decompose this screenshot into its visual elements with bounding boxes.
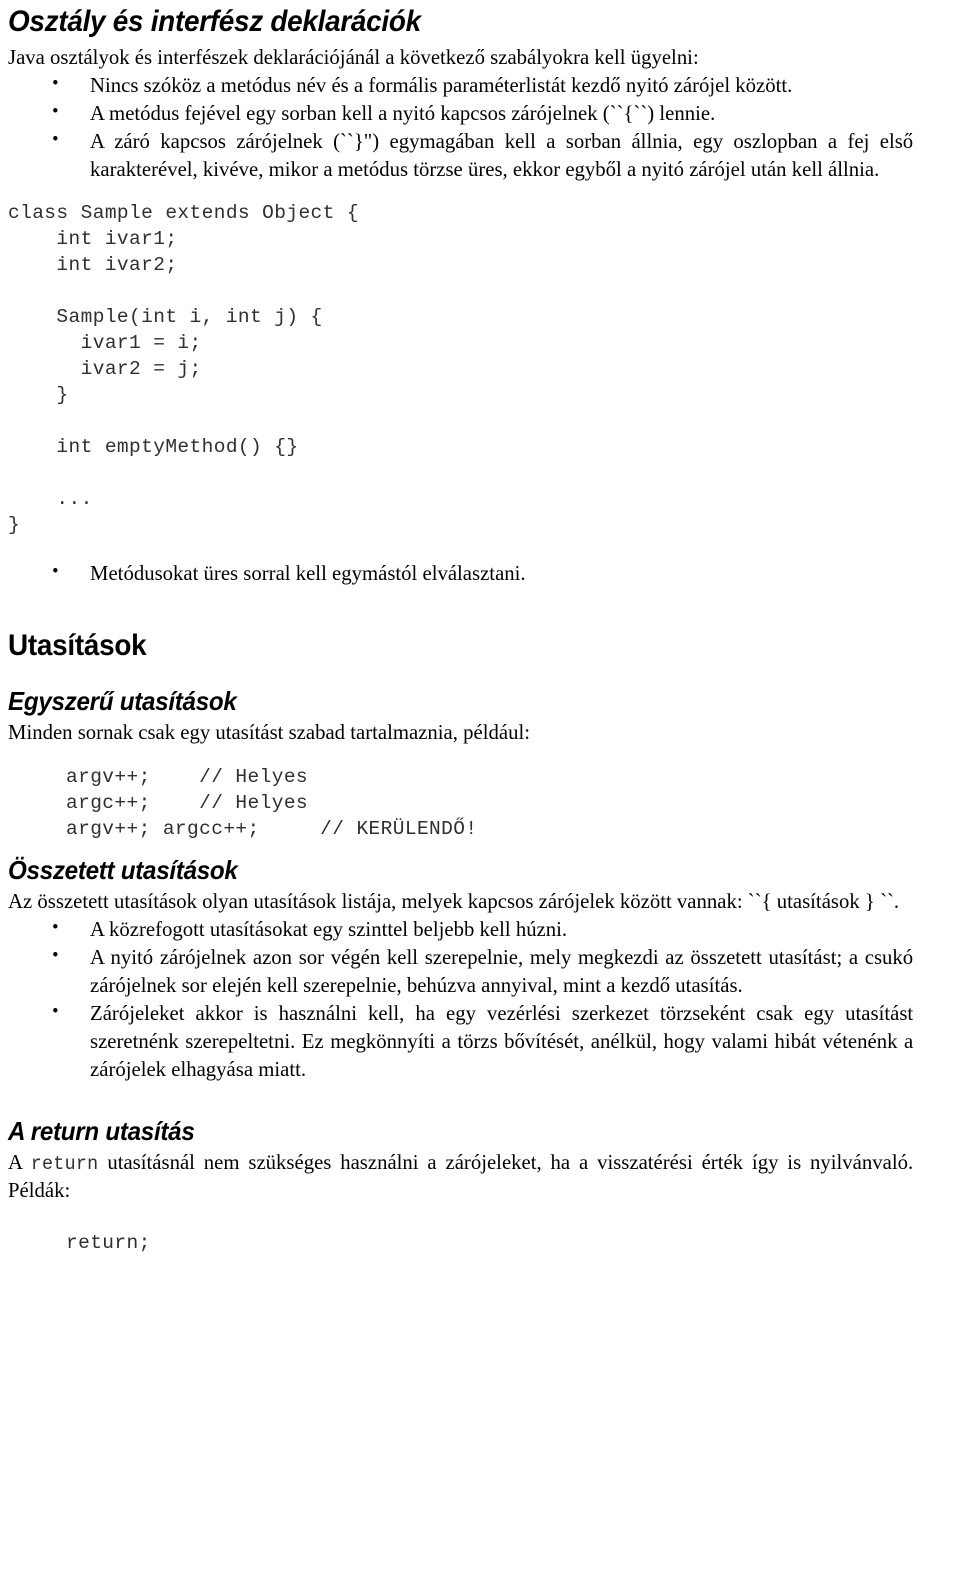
list-item-label: Metódusokat üres sorral kell egymástól e… bbox=[90, 561, 526, 586]
list-item-label: Zárójeleket akkor is használni kell, ha … bbox=[90, 1000, 914, 1081]
list-item-label: A metódus fejével egy sorban kell a nyit… bbox=[90, 100, 716, 125]
subsection-heading-return-statement: A return utasítás bbox=[8, 1115, 195, 1146]
list-item-label: A közrefogott utasításokat egy szinttel … bbox=[90, 917, 568, 942]
bullet-icon: • bbox=[52, 1000, 59, 1022]
bullet-icon: • bbox=[52, 100, 59, 122]
page-title: Osztály és interfész deklarációk bbox=[8, 5, 421, 38]
subsection-heading-compound-statements: Összetett utasítások bbox=[8, 854, 238, 885]
document-page: Osztály és interfész deklarációk Java os… bbox=[0, 0, 960, 1585]
intro-paragraph: Java osztályok és interfészek deklaráció… bbox=[8, 44, 699, 69]
list-item: • A nyitó zárójelnek azon sor végén kell… bbox=[8, 944, 913, 1000]
list-item-label: A nyitó zárójelnek azon sor végén kell s… bbox=[90, 945, 914, 998]
compound-statements-paragraph: Az összetett utasítások olyan utasítások… bbox=[8, 889, 900, 914]
declaration-rules-list: • Nincs szóköz a metódus név és a formál… bbox=[8, 72, 946, 184]
bullet-icon: • bbox=[52, 561, 59, 583]
bullet-icon: • bbox=[52, 917, 59, 939]
sample-class-code-block: class Sample extends Object { int ivar1;… bbox=[8, 202, 359, 536]
compound-rules-list: • A közrefogott utasításokat egy szintte… bbox=[8, 916, 946, 1084]
list-item-label: Nincs szóköz a metódus név és a formális… bbox=[90, 72, 793, 97]
list-item: • A közrefogott utasításokat egy szintte… bbox=[8, 916, 913, 944]
list-item-label: A záró kapcsos zárójelnek (``}") egymagá… bbox=[90, 128, 914, 181]
method-separation-list: • Metódusokat üres sorral kell egymástól… bbox=[8, 560, 946, 588]
bullet-icon: • bbox=[52, 128, 59, 150]
page-content: Osztály és interfész deklarációk Java os… bbox=[0, 0, 960, 1257]
section-heading-statements: Utasítások bbox=[8, 629, 147, 663]
return-code-block: return; bbox=[66, 1231, 151, 1254]
list-item: • A záró kapcsos zárójelnek (``}") egyma… bbox=[8, 128, 913, 184]
return-statement-paragraph: A return utasításnál nem szükséges haszn… bbox=[8, 1149, 913, 1205]
list-item: • A metódus fejével egy sorban kell a ny… bbox=[8, 100, 913, 128]
list-item: • Zárójeleket akkor is használni kell, h… bbox=[8, 1000, 913, 1084]
bullet-icon: • bbox=[52, 945, 59, 967]
simple-statements-code-block: argv++; // Helyes argc++; // Helyes argv… bbox=[66, 766, 478, 840]
return-keyword-inline-code: return bbox=[30, 1153, 99, 1176]
bullet-icon: • bbox=[52, 72, 59, 94]
list-item: • Metódusokat üres sorral kell egymástól… bbox=[8, 560, 913, 588]
subsection-heading-simple-statements: Egyszerű utasítások bbox=[8, 685, 237, 716]
return-paragraph-prefix: A bbox=[8, 1150, 31, 1175]
return-paragraph-suffix: utasításnál nem szükséges használni a zá… bbox=[8, 1150, 914, 1202]
list-item: • Nincs szóköz a metódus név és a formál… bbox=[8, 72, 913, 100]
simple-statements-paragraph: Minden sornak csak egy utasítást szabad … bbox=[8, 720, 530, 745]
